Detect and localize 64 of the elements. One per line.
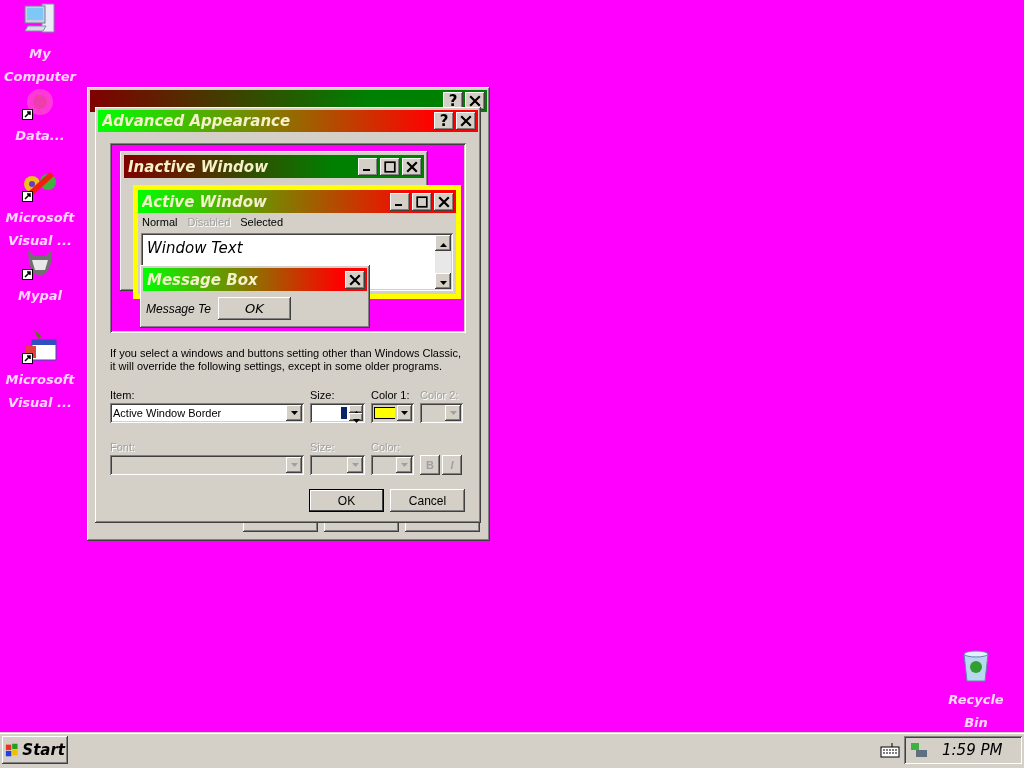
scroll-down-button[interactable]	[435, 273, 451, 289]
item-dropdown[interactable]: Active Window Border	[110, 403, 304, 423]
color-picker[interactable]	[371, 403, 414, 423]
down-arrow-icon	[290, 463, 298, 467]
font-dropdown[interactable]	[110, 455, 304, 475]
menu-item[interactable]: Selected	[240, 216, 284, 230]
close-icon	[460, 115, 472, 127]
text-cursor-icon	[341, 407, 347, 419]
network-icon[interactable]	[910, 741, 928, 759]
spin-down-button[interactable]	[349, 413, 363, 421]
dropdown-button[interactable]	[286, 405, 302, 421]
maximize-icon	[416, 195, 428, 208]
start-button[interactable]: Start	[2, 736, 68, 764]
close-icon	[438, 195, 450, 208]
dialog-button[interactable]: Cancel	[390, 489, 465, 512]
close-button[interactable]	[456, 112, 476, 130]
dropdown-button[interactable]	[445, 405, 461, 421]
ok-button[interactable]: OK	[218, 297, 291, 320]
up-arrow-icon	[439, 243, 447, 247]
window-title: Message Box	[147, 270, 259, 289]
maximize-button[interactable]	[412, 192, 432, 211]
size-spinner[interactable]	[310, 403, 365, 423]
close-button[interactable]	[345, 270, 365, 289]
minimize-icon	[395, 204, 402, 206]
down-arrow-icon	[439, 281, 447, 285]
font-size-dropdown[interactable]	[310, 455, 365, 475]
size-label: Size:	[310, 389, 336, 401]
windows-flag-icon	[5, 742, 20, 758]
close-icon	[349, 273, 361, 286]
scroll-up-button[interactable]	[435, 235, 451, 251]
scrollbar[interactable]	[435, 235, 451, 289]
close-icon	[469, 95, 481, 107]
maximize-button[interactable]	[380, 157, 400, 176]
dropdown-button[interactable]	[286, 457, 302, 473]
down-arrow-icon	[351, 463, 359, 467]
down-arrow-icon	[400, 463, 408, 467]
settings-note: If you select a windows and buttons setting other than Windows Classic, it will override the following settings, except in some older programs.	[110, 347, 462, 373]
menu-item[interactable]: Normal	[142, 216, 178, 230]
down-arrow-icon	[400, 411, 408, 415]
minimize-button[interactable]	[358, 157, 378, 176]
color-picker[interactable]	[371, 455, 414, 475]
message-text: Message Te	[146, 301, 212, 316]
close-button[interactable]	[434, 192, 454, 211]
close-button[interactable]	[402, 157, 422, 176]
minimize-icon	[363, 169, 370, 171]
close-icon	[406, 160, 418, 173]
help-button[interactable]: ?	[434, 112, 454, 130]
close-button[interactable]	[465, 92, 485, 110]
window-text: Window Text	[146, 238, 244, 259]
color-picker[interactable]	[420, 403, 463, 423]
dropdown-button[interactable]	[396, 405, 412, 421]
dialog-button[interactable]: OK	[309, 489, 384, 512]
window-title: Inactive Window	[128, 157, 270, 176]
dropdown-button[interactable]	[396, 457, 412, 473]
keyboard-icon[interactable]	[880, 742, 900, 758]
item-label: Item:	[110, 389, 136, 401]
maximize-icon	[384, 160, 396, 173]
dropdown-button[interactable]	[347, 457, 363, 473]
down-arrow-icon	[352, 419, 360, 423]
down-arrow-icon	[290, 411, 298, 415]
color-label: Color 1:	[371, 389, 411, 401]
clock[interactable]: 1:59 PM	[942, 741, 1003, 759]
minimize-button[interactable]	[390, 192, 410, 211]
down-arrow-icon	[449, 411, 457, 415]
